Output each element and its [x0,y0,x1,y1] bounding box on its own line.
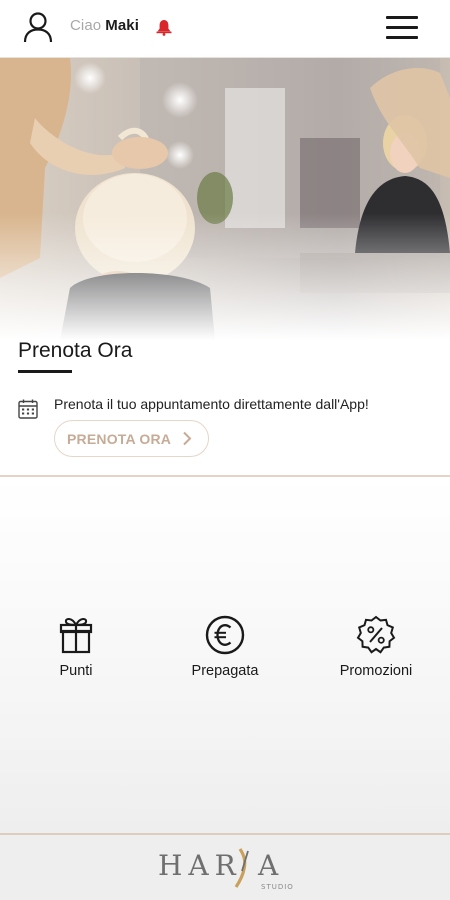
bell-icon[interactable] [155,18,173,36]
svg-text:A: A [257,849,279,882]
svg-text:STUDIO: STUDIO [261,883,294,891]
features-panel: Punti Prepagata Promozioni [0,477,450,833]
harya-studio-logo: HAR A STUDIO [158,848,294,891]
app-footer: HAR A STUDIO [0,835,450,900]
svg-text:HAR: HAR [158,849,242,882]
title-underline [18,370,72,373]
app-header: Ciao Maki [0,0,450,58]
hamburger-menu-icon[interactable] [384,12,420,42]
feature-punti[interactable]: Punti [11,615,141,679]
hero-salon-image [0,58,450,340]
book-now-button[interactable]: PRENOTA ORA [54,420,209,457]
chevron-right-icon [183,431,192,446]
greeting-hello: Ciao [70,17,102,34]
greeting-text: Ciao Maki [70,17,139,34]
calendar-icon [18,399,38,419]
book-now-label: PRENOTA ORA [67,430,172,447]
gift-icon [59,618,93,654]
booking-description: Prenota il tuo appuntamento direttamente… [54,396,369,412]
feature-promozioni[interactable]: Promozioni [311,615,441,679]
feature-punti-label: Punti [59,663,93,679]
feature-promozioni-label: Promozioni [339,663,413,679]
feature-prepagata[interactable]: Prepagata [160,615,290,679]
booking-title: Prenota Ora [18,339,133,362]
user-icon[interactable] [22,10,54,44]
feature-prepagata-label: Prepagata [191,663,259,679]
euro-coin-icon [205,615,245,655]
user-name: Maki [105,17,139,34]
percent-badge-icon [356,615,396,654]
